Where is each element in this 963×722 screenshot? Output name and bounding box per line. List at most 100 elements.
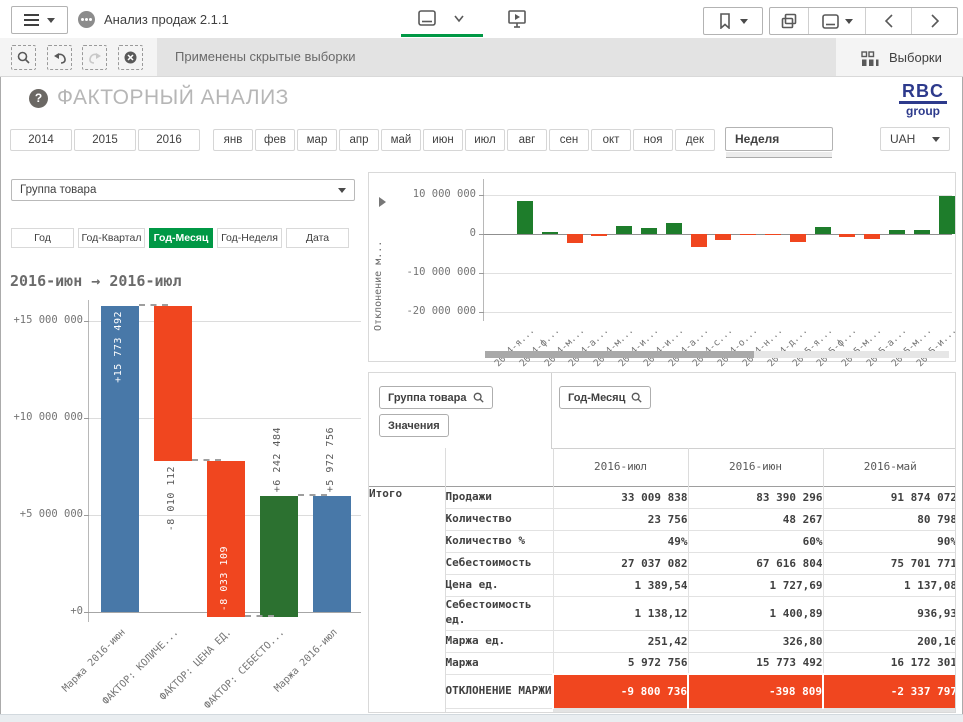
measure-value-cell: -2 337 797 bbox=[823, 674, 956, 708]
deviation-bar[interactable] bbox=[864, 234, 880, 239]
month-button[interactable]: мар bbox=[297, 129, 337, 151]
year-button[interactable]: 2016 bbox=[138, 129, 200, 151]
measure-label-cell: ОТКЛОНЕНИЕ МАРЖИ bbox=[445, 674, 553, 708]
deviation-bar[interactable] bbox=[542, 232, 558, 234]
measure-value-cell: 1 137,08 bbox=[823, 574, 956, 596]
measure-value-cell bbox=[823, 708, 956, 713]
y-axis-tick-label: 10 000 000 bbox=[394, 188, 476, 200]
logo-line1: RBC bbox=[899, 82, 947, 104]
waterfall-bar[interactable] bbox=[154, 306, 192, 461]
axis-tick bbox=[479, 312, 484, 313]
pivot-table-panel: Группа товара Значения Год-Месяц 2016-ию… bbox=[368, 372, 956, 713]
period-tab[interactable]: Год-Квартал bbox=[78, 228, 145, 248]
selections-tool-icon[interactable] bbox=[861, 51, 879, 67]
month-button[interactable]: апр bbox=[339, 129, 379, 151]
week-filter[interactable]: Неделя bbox=[725, 127, 833, 151]
app-options-icon[interactable] bbox=[78, 11, 95, 28]
undo-selection-button[interactable] bbox=[47, 45, 72, 70]
month-button[interactable]: июл bbox=[465, 129, 505, 151]
sheet-view-icon[interactable] bbox=[418, 10, 436, 27]
deviation-bar[interactable] bbox=[691, 234, 707, 247]
duplicate-sheet-button[interactable] bbox=[770, 8, 809, 34]
bookmark-button[interactable] bbox=[703, 7, 763, 35]
currency-value: UAH bbox=[890, 132, 915, 146]
chevron-left-icon bbox=[884, 14, 894, 28]
year-button[interactable]: 2014 bbox=[10, 129, 72, 151]
sheet-icon bbox=[822, 14, 839, 29]
clear-icon bbox=[124, 51, 137, 64]
month-button[interactable]: ноя bbox=[633, 129, 673, 151]
month-button[interactable]: окт bbox=[591, 129, 631, 151]
global-menu-button[interactable] bbox=[11, 6, 68, 34]
prev-sheet-button[interactable] bbox=[866, 8, 912, 34]
measure-value-cell: 90% bbox=[823, 530, 956, 552]
deviation-bar[interactable] bbox=[666, 223, 682, 234]
deviation-bar[interactable] bbox=[815, 227, 831, 234]
column-dimension-button[interactable]: Год-Месяц bbox=[559, 386, 651, 409]
deviation-bar[interactable] bbox=[740, 234, 756, 235]
column-header[interactable]: 2016-июл bbox=[553, 448, 688, 486]
clear-selections-button[interactable] bbox=[118, 45, 143, 70]
month-button[interactable]: дек bbox=[675, 129, 715, 151]
month-button[interactable]: авг bbox=[507, 129, 547, 151]
period-tab[interactable]: Дата bbox=[286, 228, 349, 248]
waterfall-bar[interactable] bbox=[313, 496, 351, 612]
storytelling-icon[interactable] bbox=[508, 10, 526, 28]
redo-selection-button[interactable] bbox=[82, 45, 107, 70]
month-button[interactable]: фев bbox=[255, 129, 295, 151]
row-dimension-button[interactable]: Группа товара bbox=[379, 386, 493, 409]
sheet-list-button[interactable] bbox=[809, 8, 867, 34]
axis-tick bbox=[479, 234, 484, 235]
header-divider bbox=[551, 373, 552, 448]
bookmark-icon bbox=[719, 13, 731, 29]
gridline bbox=[484, 195, 952, 196]
table-row: Себестоимость27 037 08267 616 80475 701 … bbox=[369, 552, 956, 574]
period-tab[interactable]: Год-Месяц bbox=[149, 228, 213, 248]
help-icon[interactable]: ? bbox=[29, 89, 48, 108]
period-tab[interactable]: Год-Неделя bbox=[217, 228, 282, 248]
measure-value-cell: -398 809 bbox=[688, 674, 823, 708]
column-header[interactable]: 2016-июн bbox=[688, 448, 823, 486]
corner-cell bbox=[369, 448, 445, 486]
app-window: Анализ продаж 2.1.1 bbox=[0, 0, 963, 722]
product-group-label: Группа товара bbox=[20, 184, 96, 196]
expand-arrow-icon[interactable] bbox=[379, 197, 386, 207]
deviation-bar[interactable] bbox=[790, 234, 806, 242]
deviation-bar[interactable] bbox=[715, 234, 731, 240]
next-sheet-button[interactable] bbox=[912, 8, 957, 34]
waterfall-bar[interactable] bbox=[260, 496, 298, 617]
deviation-bar[interactable] bbox=[591, 234, 607, 236]
currency-dropdown[interactable]: UAH bbox=[880, 127, 950, 151]
sheet-chevron-down-icon[interactable] bbox=[453, 14, 465, 23]
selections-label[interactable]: Выборки bbox=[889, 50, 942, 65]
duplicate-icon bbox=[781, 13, 797, 29]
chart-scrollbar-thumb[interactable] bbox=[485, 351, 754, 358]
month-button[interactable]: янв bbox=[213, 129, 253, 151]
chart-scrollbar[interactable] bbox=[485, 351, 949, 358]
deviation-bar[interactable] bbox=[889, 230, 905, 234]
deviation-bar[interactable] bbox=[939, 196, 955, 234]
measure-value-cell: -9 800 736 bbox=[553, 674, 688, 708]
deviation-bar[interactable] bbox=[567, 234, 583, 243]
redo-icon bbox=[88, 52, 102, 64]
year-button[interactable]: 2015 bbox=[74, 129, 136, 151]
waterfall-bar-label: +6 242 484 bbox=[272, 427, 283, 492]
deviation-bar[interactable] bbox=[839, 234, 855, 237]
deviation-bar[interactable] bbox=[914, 230, 930, 234]
deviation-bar[interactable] bbox=[765, 234, 781, 235]
chevron-down-icon bbox=[47, 18, 55, 23]
waterfall-title: 2016-июн → 2016-июл bbox=[10, 272, 182, 290]
measures-button[interactable]: Значения bbox=[379, 414, 449, 437]
month-button[interactable]: сен bbox=[549, 129, 589, 151]
smart-search-button[interactable] bbox=[11, 45, 36, 70]
table-row: Маржа ед.251,42326,80200,16 bbox=[369, 630, 956, 652]
column-header[interactable]: 2016-май bbox=[823, 448, 956, 486]
product-group-dropdown[interactable]: Группа товара bbox=[11, 179, 355, 201]
deviation-bar[interactable] bbox=[641, 228, 657, 234]
app-title: Анализ продаж 2.1.1 bbox=[104, 12, 229, 27]
deviation-bar[interactable] bbox=[517, 201, 533, 234]
period-tab[interactable]: Год bbox=[11, 228, 74, 248]
deviation-bar[interactable] bbox=[616, 226, 632, 234]
month-button[interactable]: май bbox=[381, 129, 421, 151]
month-button[interactable]: июн bbox=[423, 129, 463, 151]
